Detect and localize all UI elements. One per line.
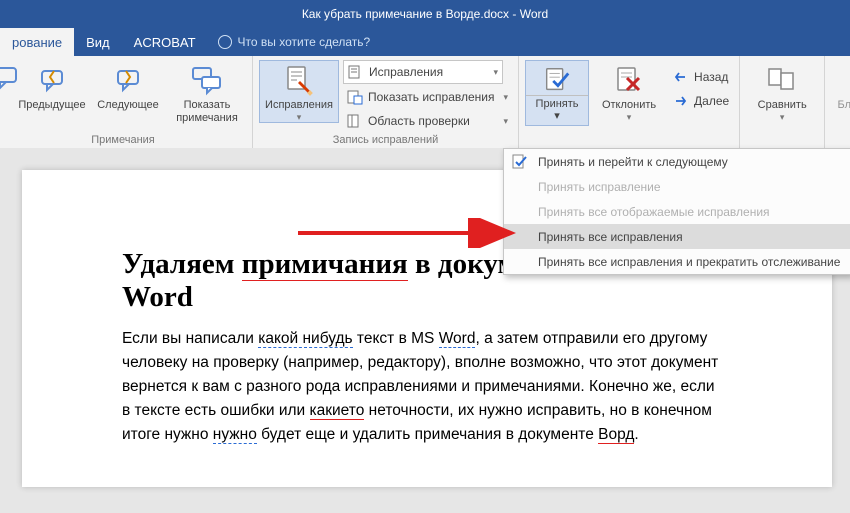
ribbon-tabs: рование Вид ACROBAT Что вы хотите сделат…	[0, 28, 850, 56]
show-markup-button[interactable]: Показать исправления ▾	[343, 86, 512, 108]
bulb-icon	[218, 35, 232, 49]
reject-button[interactable]: Отклонить ▾	[593, 60, 665, 123]
menu-accept-next[interactable]: Принять и перейти к следующему	[504, 149, 850, 174]
chevron-down-icon: ▾	[554, 110, 560, 122]
menu-accept-shown: Принять все отображаемые исправления	[504, 199, 850, 224]
chevron-down-icon: ▾	[297, 112, 302, 122]
next-comment-icon	[112, 64, 144, 96]
next-change-icon	[673, 93, 689, 109]
ribbon: Предыдущее Следующее Показать примечания…	[0, 56, 850, 149]
accept-menu: Принять и перейти к следующему Принять и…	[503, 148, 850, 275]
chevron-down-icon: ▾	[493, 67, 498, 78]
tab-acrobat[interactable]: ACROBAT	[122, 28, 208, 56]
prev-change-icon	[673, 69, 689, 85]
doc-paragraph[interactable]: Если вы написали какой нибудь текст в MS…	[122, 327, 722, 447]
display-mode-icon	[348, 64, 364, 80]
block-authors-button: Блокировать авторов ▾	[831, 60, 850, 136]
tell-me-search[interactable]: Что вы хотите сделать?	[208, 28, 381, 56]
show-comments-icon	[191, 64, 223, 96]
menu-accept-all[interactable]: Принять все исправления	[504, 224, 850, 249]
group-label-changes	[525, 133, 733, 146]
track-changes-button[interactable]: Исправления ▾	[259, 60, 339, 123]
titlebar: Как убрать примечание в Ворде.docx - Wor…	[0, 0, 850, 28]
next-change-button[interactable]: Далее	[669, 90, 733, 112]
menu-accept-change: Принять исправление	[504, 174, 850, 199]
track-changes-icon	[283, 64, 315, 96]
show-comments-button[interactable]: Показать примечания	[168, 60, 246, 125]
chevron-down-icon: ▾	[780, 112, 785, 122]
reject-icon	[613, 64, 645, 96]
display-for-review-select[interactable]: Исправления ▾	[343, 60, 503, 84]
chevron-down-icon: ▾	[504, 92, 509, 103]
tab-review[interactable]: рование	[0, 28, 74, 56]
reviewing-pane-icon	[347, 113, 363, 129]
compare-button[interactable]: Сравнить ▾	[746, 60, 818, 123]
tab-view[interactable]: Вид	[74, 28, 122, 56]
compare-icon	[766, 64, 798, 96]
show-markup-icon	[347, 89, 363, 105]
menu-accept-all-stop[interactable]: Принять все исправления и прекратить отс…	[504, 249, 850, 274]
chevron-down-icon: ▾	[504, 116, 509, 127]
group-label-comments: Примечания	[0, 133, 246, 146]
doc-title: Как убрать примечание в Ворде.docx - Wor…	[302, 7, 548, 21]
accept-next-icon	[512, 154, 528, 170]
chevron-down-icon: ▾	[627, 112, 632, 122]
accept-icon	[541, 65, 573, 95]
prev-comment-button[interactable]: Предыдущее	[16, 60, 88, 113]
next-comment-button[interactable]: Следующее	[92, 60, 164, 113]
accept-button[interactable]: Принять ▾	[525, 60, 589, 126]
group-label-tracking: Запись исправлений	[259, 133, 512, 146]
reviewing-pane-button[interactable]: Область проверки ▾	[343, 110, 512, 132]
prev-comment-icon	[36, 64, 68, 96]
prev-change-button[interactable]: Назад	[669, 66, 733, 88]
